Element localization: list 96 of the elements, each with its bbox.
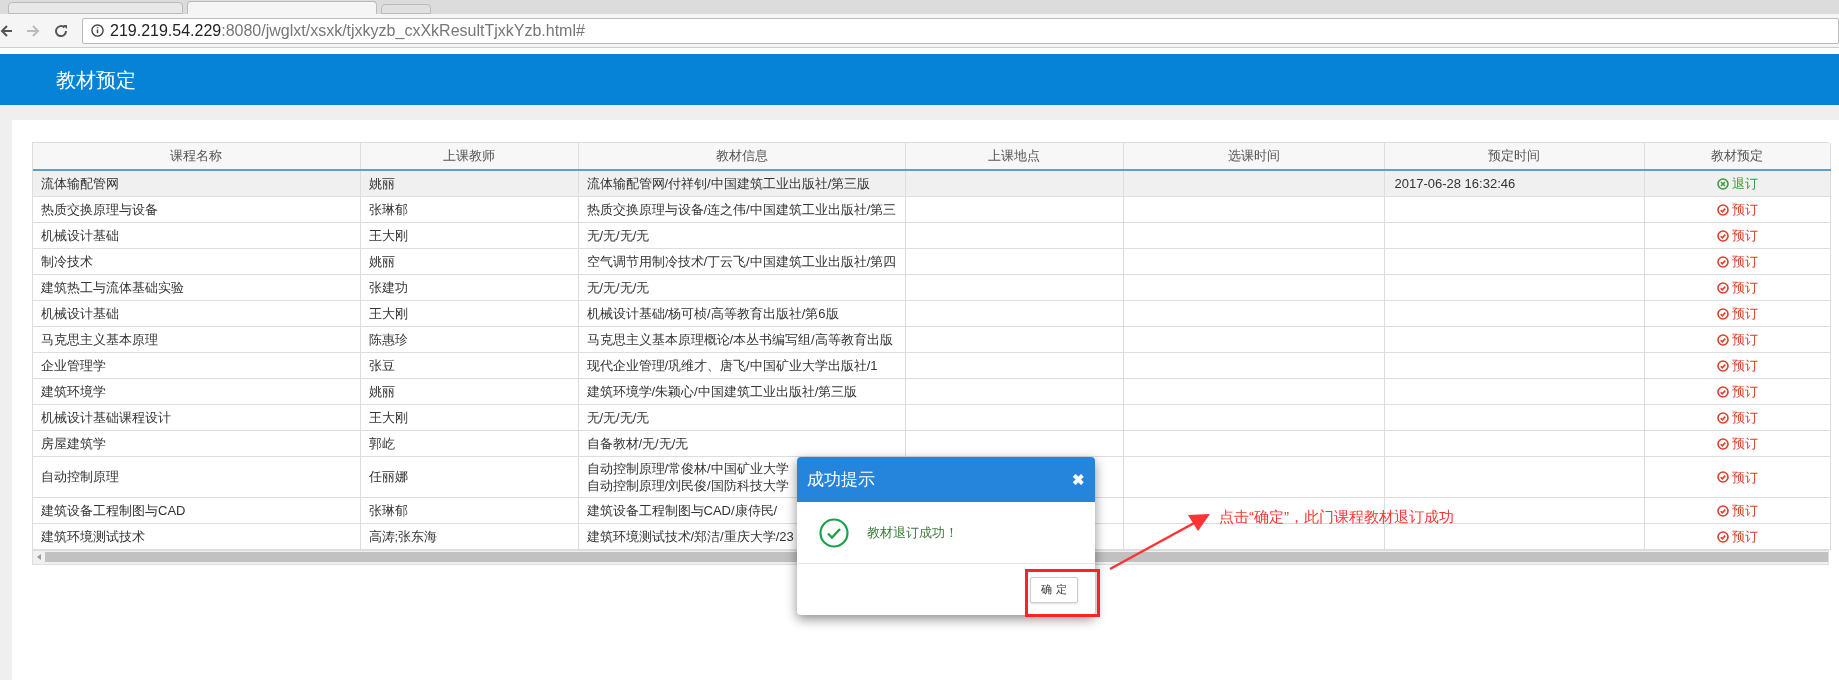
table-cell: 热质交换原理与设备/连之伟/中国建筑工业出版社/第三 <box>586 200 897 218</box>
check-circle-icon <box>1716 307 1729 320</box>
check-circle-icon <box>1716 504 1729 517</box>
table-cell: 2017-06-28 16:32:46 <box>1394 174 1516 192</box>
order-link[interactable]: 预订 <box>1716 357 1758 375</box>
table-cell: 姚丽 <box>368 252 395 270</box>
table-cell: 流体输配管网/付祥钊/中国建筑工业出版社/第三版 <box>586 174 871 192</box>
order-link[interactable]: 预订 <box>1716 502 1758 520</box>
table-cell: 机械设计基础 <box>41 304 119 322</box>
annotation-text: 点击“确定”，此门课程教材退订成功 <box>1219 507 1454 527</box>
check-circle-icon <box>1716 281 1729 294</box>
page-title: 教材预定 <box>56 67 136 93</box>
table-cell: 建筑设备工程制图与CAD/康侍民/ <box>586 501 778 519</box>
new-tab-button[interactable] <box>381 4 431 14</box>
table-cell: 自动控制原理/刘民俊/国防科技大学 <box>586 476 789 494</box>
column-header: 预定时间 <box>1488 148 1540 164</box>
url-host: 219.219.54.229 <box>110 21 222 39</box>
table-cell: 机械设计基础课程设计 <box>41 408 171 426</box>
order-link[interactable]: 预订 <box>1716 435 1758 453</box>
reload-icon[interactable] <box>54 23 68 38</box>
table-cell: 现代企业管理/巩维才、唐飞/中国矿业大学出版社/1 <box>586 356 878 374</box>
forward-icon[interactable] <box>26 23 40 38</box>
table-cell: 机械设计基础/杨可桢/高等教育出版社/第6版 <box>586 304 839 322</box>
table-cell: 建筑环境学/朱颖心/中国建筑工业出版社/第三版 <box>586 382 858 400</box>
column-header: 选课时间 <box>1227 148 1280 164</box>
confirm-button[interactable]: 确 定 <box>1030 576 1078 603</box>
table-cell: 张琳郁 <box>368 200 408 218</box>
check-circle-icon <box>1716 411 1729 424</box>
order-link[interactable]: 预订 <box>1716 305 1758 323</box>
table-cell: 姚丽 <box>368 174 395 192</box>
table-cell: 王大刚 <box>368 304 408 322</box>
table-cell: 无/无/无/无 <box>586 408 650 426</box>
table-cell: 王大刚 <box>368 226 408 244</box>
table-cell: 自备教材/无/无/无 <box>586 434 689 452</box>
table-cell: 自动控制原理 <box>41 468 119 485</box>
address-bar[interactable]: 219.219.54.229:8080/jwglxt/xsxk/tjxkyzb_cxXkResultTjxkYzb.html# <box>82 17 1839 44</box>
check-circle-icon <box>1716 203 1729 216</box>
order-link[interactable]: 预订 <box>1716 279 1758 297</box>
table-cell: 建筑环境测试技术 <box>41 527 145 545</box>
cancel-order-link[interactable]: 退订 <box>1716 175 1758 193</box>
table-cell: 马克思主义基本原理 <box>41 330 158 348</box>
table-cell: 企业管理学 <box>41 356 106 374</box>
check-circle-icon <box>1716 530 1729 543</box>
table-cell: 郭屹 <box>368 434 395 452</box>
table-cell: 陈惠珍 <box>368 330 408 348</box>
order-link[interactable]: 预订 <box>1716 331 1758 349</box>
table-cell: 流体输配管网 <box>41 174 119 192</box>
check-circle-icon <box>819 517 849 548</box>
table-cell: 房屋建筑学 <box>41 434 106 452</box>
close-button[interactable]: ✖ <box>1072 472 1085 487</box>
order-link[interactable]: 预订 <box>1716 409 1758 427</box>
check-circle-icon <box>1716 333 1729 346</box>
table-cell: 机械设计基础 <box>41 226 119 244</box>
check-circle-icon <box>1716 229 1729 242</box>
column-header: 教材信息 <box>715 148 768 164</box>
check-circle-icon <box>1716 255 1729 268</box>
column-header: 上课教师 <box>443 148 495 164</box>
column-header: 教材预定 <box>1711 148 1763 164</box>
table-cell: 空气调节用制冷技术/丁云飞/中国建筑工业出版社/第四 <box>586 252 897 270</box>
back-icon[interactable] <box>0 23 12 38</box>
dialog-message: 教材退订成功！ <box>867 523 958 542</box>
browser-tab[interactable] <box>8 2 183 14</box>
order-link[interactable]: 预订 <box>1716 383 1758 401</box>
browser-tab[interactable] <box>187 1 377 14</box>
table-cell: 王大刚 <box>368 408 408 426</box>
table-cell: 张琳郁 <box>368 501 408 519</box>
dialog-title: 成功提示 <box>807 468 875 491</box>
table-cell: 无/无/无/无 <box>586 226 650 244</box>
table-cell: 自动控制原理/常俊林/中国矿业大学 <box>586 459 789 477</box>
order-link[interactable]: 预订 <box>1716 253 1758 271</box>
table-cell: 张建功 <box>368 278 408 296</box>
table-cell: 姚丽 <box>368 382 395 400</box>
order-link[interactable]: 预订 <box>1716 201 1758 219</box>
table-cell: 张豆 <box>368 356 395 374</box>
check-circle-icon <box>1716 359 1729 372</box>
order-link[interactable]: 预订 <box>1716 227 1758 245</box>
order-link[interactable]: 预订 <box>1716 528 1758 546</box>
table-cell: 建筑设备工程制图与CAD <box>41 501 186 519</box>
table-cell: 马克思主义基本原理概论/本丛书编写组/高等教育出版 <box>586 330 893 348</box>
table-cell: 任丽娜 <box>368 468 408 485</box>
check-circle-icon <box>1716 471 1729 484</box>
order-link[interactable]: 预订 <box>1716 468 1758 486</box>
table-cell: 建筑环境学 <box>41 382 106 400</box>
table-cell: 无/无/无/无 <box>586 278 650 296</box>
column-header: 上课地点 <box>988 148 1040 164</box>
table-cell: 建筑环境测试技术/郑洁/重庆大学/23 <box>586 527 794 545</box>
table-cell: 建筑热工与流体基础实验 <box>41 278 184 296</box>
table-cell: 制冷技术 <box>41 252 93 270</box>
url-path: :8080/jwglxt/xsxk/tjxkyzb_cxXkResultTjxkYzb.html# <box>221 21 585 39</box>
info-icon <box>91 24 104 37</box>
check-circle-icon <box>1716 437 1729 450</box>
cancel-circle-icon <box>1716 177 1729 190</box>
table-cell: 高涛;张东海 <box>368 527 438 545</box>
check-circle-icon <box>1716 385 1729 398</box>
column-header: 课程名称 <box>170 148 223 164</box>
table-cell: 热质交换原理与设备 <box>41 200 158 218</box>
